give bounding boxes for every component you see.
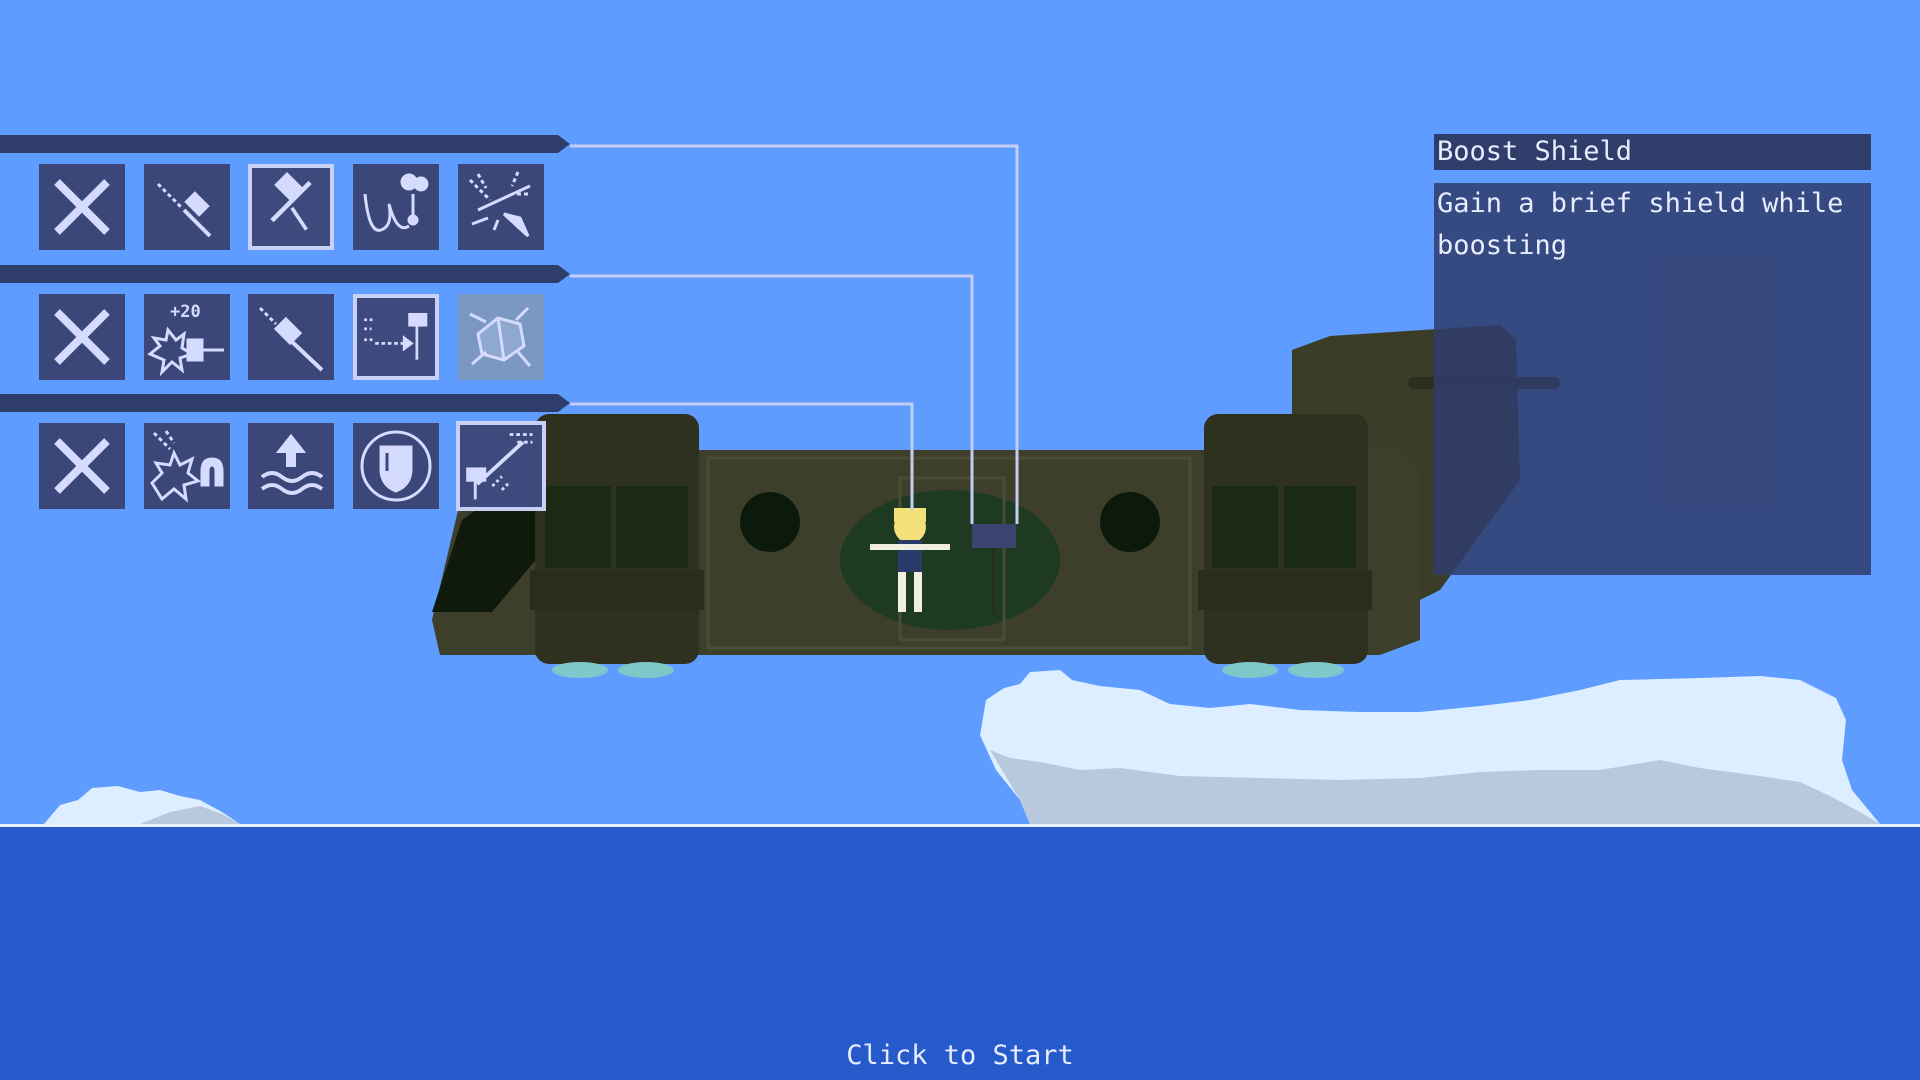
spark-drill-icon bbox=[468, 171, 531, 238]
boost-shield-icon bbox=[466, 433, 533, 500]
slot-row2-none[interactable] bbox=[39, 294, 125, 380]
engine-right bbox=[1198, 414, 1372, 678]
porthole-left bbox=[740, 492, 800, 552]
slot-row3-boost-shield[interactable] bbox=[456, 421, 546, 511]
slot-row1-laser-hammer[interactable] bbox=[144, 164, 230, 250]
hammer-drop-icon bbox=[270, 172, 312, 231]
swing-bomb-icon bbox=[363, 173, 429, 232]
x-icon bbox=[54, 179, 110, 235]
info-description: Gain a brief shield while boosting bbox=[1437, 188, 1844, 261]
crackle-orb-icon bbox=[469, 306, 532, 367]
slot-row3-explosion-magnet[interactable] bbox=[144, 423, 230, 509]
click-to-start-prompt[interactable]: Click to Start bbox=[0, 1040, 1920, 1072]
slot-row3-water-jump[interactable] bbox=[248, 423, 334, 509]
slot-row2-plus-twenty[interactable]: +20 bbox=[144, 294, 230, 380]
slot-row1-swing-bomb[interactable] bbox=[353, 164, 439, 250]
slot-row1-hammer-drop[interactable] bbox=[248, 164, 334, 250]
slot-row1-spark-drill[interactable] bbox=[458, 164, 544, 250]
cargo-hatch bbox=[840, 490, 1060, 630]
water-jump-icon bbox=[260, 433, 324, 495]
engine-left bbox=[530, 414, 704, 678]
plus-twenty-label: +20 bbox=[170, 302, 201, 322]
row-bar-1 bbox=[0, 135, 570, 153]
info-title: Boost Shield bbox=[1437, 136, 1633, 167]
helicopter bbox=[432, 325, 1560, 678]
laser-hammer-icon bbox=[156, 182, 212, 238]
slot-row2-crackle-orb[interactable] bbox=[458, 294, 544, 380]
dash-hammer-icon bbox=[364, 312, 428, 360]
explosion-magnet-icon bbox=[150, 430, 224, 503]
porthole-right bbox=[1100, 492, 1160, 552]
horizon-line bbox=[0, 824, 1920, 827]
slot-row3-shield[interactable] bbox=[353, 423, 439, 509]
row-bar-3 bbox=[0, 394, 570, 412]
slot-row1-none[interactable] bbox=[39, 164, 125, 250]
x-icon bbox=[54, 309, 110, 365]
row-bar-2 bbox=[0, 265, 570, 283]
x-icon bbox=[54, 438, 110, 494]
rocket-hammer-icon bbox=[258, 306, 324, 372]
slot-row2-rocket-hammer[interactable] bbox=[248, 294, 334, 380]
slot-row2-dash-hammer[interactable] bbox=[353, 294, 439, 380]
shield-icon bbox=[360, 430, 432, 502]
slot-row3-none[interactable] bbox=[39, 423, 125, 509]
